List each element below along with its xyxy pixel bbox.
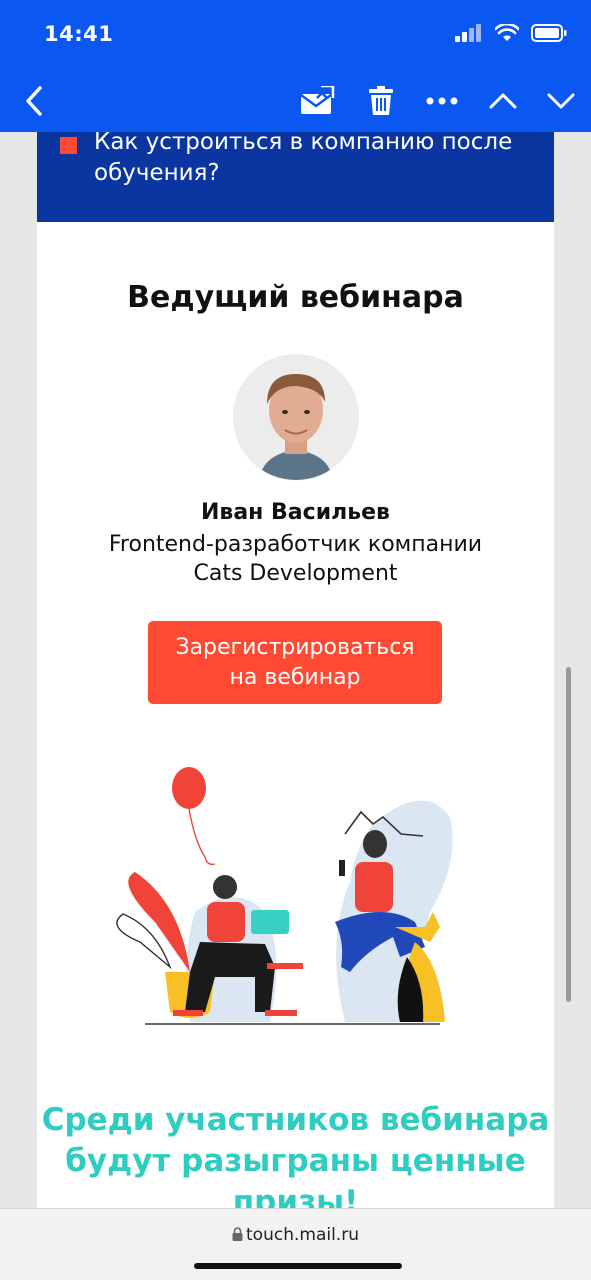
register-label-line1: Зарегистрироваться <box>175 635 415 660</box>
next-message-button[interactable] <box>542 70 580 132</box>
trash-icon <box>369 86 393 115</box>
host-avatar <box>233 354 359 480</box>
scrollbar[interactable] <box>566 667 571 1002</box>
next-message-icon <box>547 93 575 109</box>
agenda-block: Как устроиться в компанию после обучения… <box>37 132 554 222</box>
lock-icon <box>232 1227 243 1241</box>
agenda-bullet <box>60 137 77 154</box>
host-role-line1: Frontend-разработчик компании <box>108 532 483 557</box>
back-button[interactable] <box>14 70 54 132</box>
status-bar: 14:41 <box>0 0 591 70</box>
prizes-line1: Среди участников вебинара <box>41 1102 550 1138</box>
host-name: Иван Васильев <box>201 500 390 525</box>
browser-address-bar[interactable]: touch.mail.ru <box>0 1208 591 1280</box>
delete-button[interactable] <box>362 70 400 132</box>
back-icon <box>26 86 42 116</box>
register-label-line2: на вебинар <box>229 665 361 690</box>
email-body: Как устроиться в компанию после обучения… <box>37 132 554 1208</box>
move-to-folder-icon <box>300 86 335 114</box>
status-time: 14:41 <box>44 22 114 46</box>
prizes-text: Среди участников вебинара будут разыгран… <box>37 1100 554 1208</box>
more-icon <box>426 97 458 105</box>
home-indicator[interactable] <box>194 1263 402 1269</box>
wifi-icon <box>495 24 519 41</box>
prizes-line2: будут разыграны ценные <box>65 1143 526 1179</box>
webinar-illustration <box>95 762 475 1042</box>
mail-nav-bar <box>0 70 591 132</box>
battery-icon <box>531 24 567 42</box>
url-text: touch.mail.ru <box>246 1225 359 1245</box>
previous-message-icon <box>489 93 517 109</box>
host-role-line2: Cats Development <box>193 561 398 586</box>
move-to-folder-button[interactable] <box>296 70 338 132</box>
url-display[interactable]: touch.mail.ru <box>0 1225 591 1245</box>
agenda-item: Как устроиться в компанию после обучения… <box>94 132 513 186</box>
status-icons <box>455 24 567 42</box>
register-button[interactable]: Зарегистрироваться на вебинар <box>148 621 442 704</box>
previous-message-button[interactable] <box>484 70 522 132</box>
host-heading: Ведущий вебинара <box>127 280 464 315</box>
host-role: Frontend-разработчик компании Cats Devel… <box>37 530 554 588</box>
prizes-line3: призы! <box>232 1184 359 1208</box>
cellular-signal-icon <box>455 24 481 42</box>
more-button[interactable] <box>424 70 460 132</box>
email-viewport[interactable]: Как устроиться в компанию после обучения… <box>14 132 577 1208</box>
